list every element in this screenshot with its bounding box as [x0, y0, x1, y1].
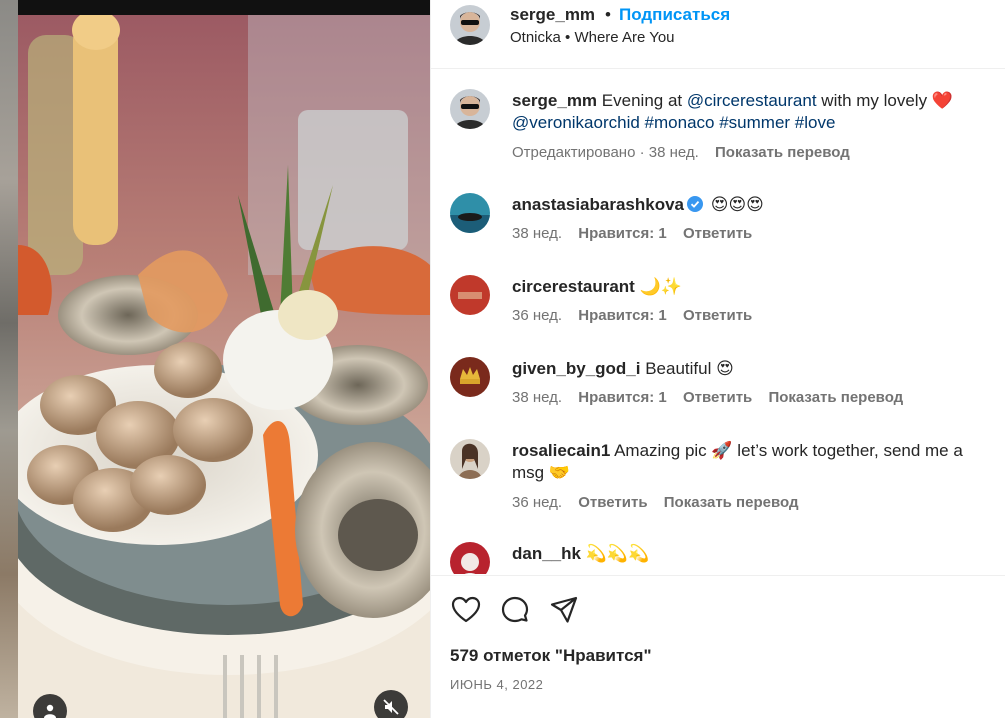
- verified-badge-icon: [687, 196, 703, 212]
- comment-username[interactable]: circerestaurant: [512, 277, 635, 296]
- comment-translate-button[interactable]: Показать перевод: [664, 494, 799, 511]
- like-count[interactable]: 579 отметок "Нравится": [450, 646, 652, 666]
- post-photo: [18, 15, 430, 718]
- comment-likes[interactable]: Нравится: 1: [578, 389, 667, 406]
- comment-body: 💫💫💫: [585, 544, 650, 563]
- comment-reply-button[interactable]: Ответить: [578, 494, 647, 511]
- header-separator: •: [605, 5, 611, 24]
- comment-meta: 36 нед. Ответить Показать перевод: [512, 494, 810, 511]
- comments-list[interactable]: serge_mm Evening at @circerestaurant wit…: [431, 70, 1005, 574]
- comment-username[interactable]: dan__hk: [512, 544, 581, 563]
- comment-username[interactable]: anastasiabarashkova: [512, 195, 684, 214]
- share-icon[interactable]: [548, 594, 580, 626]
- caption-text-part: with my lovely ❤️: [816, 91, 953, 110]
- post-date: ИЮНЬ 4, 2022: [450, 677, 544, 692]
- comment-text: circerestaurant 🌙✨: [512, 276, 992, 298]
- comment-avatar[interactable]: [450, 357, 490, 397]
- caption-text: serge_mm Evening at @circerestaurant wit…: [512, 90, 992, 134]
- comment-text: dan__hk 💫💫💫: [512, 543, 992, 565]
- comment-icon[interactable]: [499, 594, 531, 626]
- comment-reply-button[interactable]: Ответить: [683, 225, 752, 242]
- caption-hashtags[interactable]: #monaco #summer #love: [640, 113, 836, 132]
- caption-author-avatar[interactable]: [450, 89, 490, 129]
- caption-username[interactable]: serge_mm: [512, 91, 597, 110]
- post-header: serge_mm • Подписаться Otnicka • Where A…: [431, 0, 1005, 69]
- comment-translate-button[interactable]: Показать перевод: [768, 389, 903, 406]
- caption-meta: Отредактировано · 38 нед. Показать перев…: [512, 144, 862, 161]
- comment-likes[interactable]: Нравится: 1: [578, 225, 667, 242]
- comment-reply-button[interactable]: Ответить: [683, 389, 752, 406]
- comment-username[interactable]: rosaliecain1: [512, 441, 610, 460]
- comment-text: anastasiabarashkova 😍😍😍: [512, 194, 992, 216]
- comment-avatar[interactable]: [450, 439, 490, 479]
- comment-age[interactable]: 38 нед.: [512, 225, 562, 242]
- caption-mention-circerestaurant[interactable]: @circerestaurant: [687, 91, 817, 110]
- comment-meta: 38 нед. Нравится: 1 Ответить Показать пе…: [512, 389, 915, 406]
- comment-meta: 38 нед. Нравится: 1 Ответить: [512, 225, 764, 242]
- comment-text: rosaliecain1 Amazing pic 🚀 let’s work to…: [512, 440, 992, 484]
- comment-avatar[interactable]: [450, 542, 490, 574]
- comment-body: Beautiful 😍: [645, 359, 734, 378]
- author-avatar[interactable]: [450, 5, 490, 45]
- caption-translate-button[interactable]: Показать перевод: [715, 144, 850, 161]
- post-detail-panel: serge_mm • Подписаться Otnicka • Where A…: [430, 0, 1005, 718]
- caption-mention-veronikaorchid[interactable]: @veronikaorchid: [512, 113, 640, 132]
- speaker-muted-icon: [383, 699, 399, 715]
- comment-avatar[interactable]: [450, 193, 490, 233]
- media-top-edge: [18, 0, 430, 15]
- post-media[interactable]: [18, 0, 430, 718]
- mute-button[interactable]: [374, 690, 408, 718]
- caption-text-part: Evening at: [601, 91, 687, 110]
- comment-reply-button[interactable]: Ответить: [683, 307, 752, 324]
- comment-body: 🌙✨: [639, 277, 682, 296]
- caption-edited-age: Отредактировано · 38 нед.: [512, 144, 699, 161]
- comment-age[interactable]: 36 нед.: [512, 494, 562, 511]
- comment-avatar[interactable]: [450, 275, 490, 315]
- comment-username[interactable]: given_by_god_i: [512, 359, 640, 378]
- user-icon: [44, 704, 56, 718]
- comment-age[interactable]: 38 нед.: [512, 389, 562, 406]
- post-actions: 579 отметок "Нравится" ИЮНЬ 4, 2022: [431, 575, 1005, 718]
- comment-text: given_by_god_i Beautiful 😍: [512, 358, 992, 380]
- follow-button[interactable]: Подписаться: [619, 5, 730, 25]
- comment-body: 😍😍😍: [710, 195, 764, 214]
- author-username[interactable]: serge_mm: [510, 5, 595, 25]
- comment-meta: 36 нед. Нравится: 1 Ответить: [512, 307, 764, 324]
- heart-icon[interactable]: [450, 594, 482, 626]
- audio-track-link[interactable]: Otnicka • Where Are You: [510, 29, 675, 46]
- background-page-strip: [0, 0, 18, 718]
- comment-age[interactable]: 36 нед.: [512, 307, 562, 324]
- comment-likes[interactable]: Нравится: 1: [578, 307, 667, 324]
